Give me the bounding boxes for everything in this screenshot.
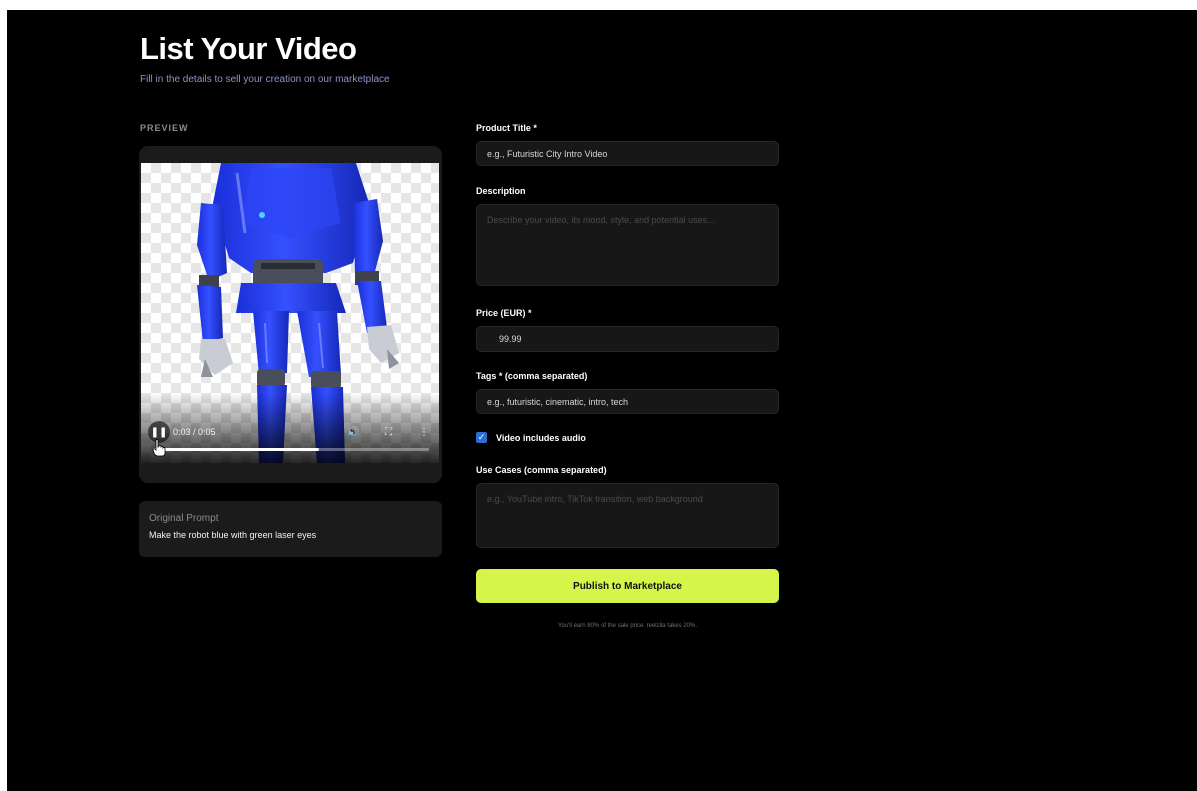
audio-checkbox-row[interactable]: ✓ Video includes audio <box>476 432 586 443</box>
product-title-label: Product Title * <box>476 123 537 133</box>
prompt-text: Make the robot blue with green laser eye… <box>149 530 317 540</box>
description-textarea[interactable] <box>476 204 779 286</box>
video-player[interactable]: ❚❚ 0:03 / 0:05 🔊 ⛶ ⋮ <box>141 163 439 463</box>
use-cases-label: Use Cases (comma separated) <box>476 465 607 475</box>
prompt-label: Original Prompt <box>149 513 219 524</box>
description-label: Description <box>476 186 526 196</box>
tags-input[interactable] <box>476 389 779 414</box>
price-input[interactable] <box>476 326 779 352</box>
tags-label: Tags * (comma separated) <box>476 371 588 381</box>
hand-cursor-icon <box>152 439 166 457</box>
video-player-card: ❚❚ 0:03 / 0:05 🔊 ⛶ ⋮ <box>139 146 442 483</box>
preview-section-label: PREVIEW <box>140 123 189 133</box>
fullscreen-icon[interactable]: ⛶ <box>385 427 392 438</box>
earnings-note: You'll earn 80% of the sale price. reelz… <box>557 623 697 629</box>
original-prompt-card: Original Prompt Make the robot blue with… <box>139 501 442 557</box>
progress-bar[interactable] <box>153 448 429 451</box>
app-screen: List Your Video Fill in the details to s… <box>7 10 1197 791</box>
more-options-icon[interactable]: ⋮ <box>419 427 429 438</box>
use-cases-textarea[interactable] <box>476 483 779 548</box>
volume-icon[interactable]: 🔊 <box>347 427 359 438</box>
publish-button[interactable]: Publish to Marketplace <box>476 569 779 603</box>
audio-checkbox[interactable]: ✓ <box>476 432 487 443</box>
time-display: 0:03 / 0:05 <box>173 427 216 437</box>
audio-checkbox-label: Video includes audio <box>496 432 586 443</box>
pause-icon: ❚❚ <box>150 426 168 438</box>
price-field: € <box>476 326 779 352</box>
price-label: Price (EUR) * <box>476 308 532 318</box>
progress-fill <box>153 448 319 451</box>
product-title-input[interactable] <box>476 141 779 166</box>
page-subtitle: Fill in the details to sell your creatio… <box>140 74 390 85</box>
page-title: List Your Video <box>140 31 357 66</box>
